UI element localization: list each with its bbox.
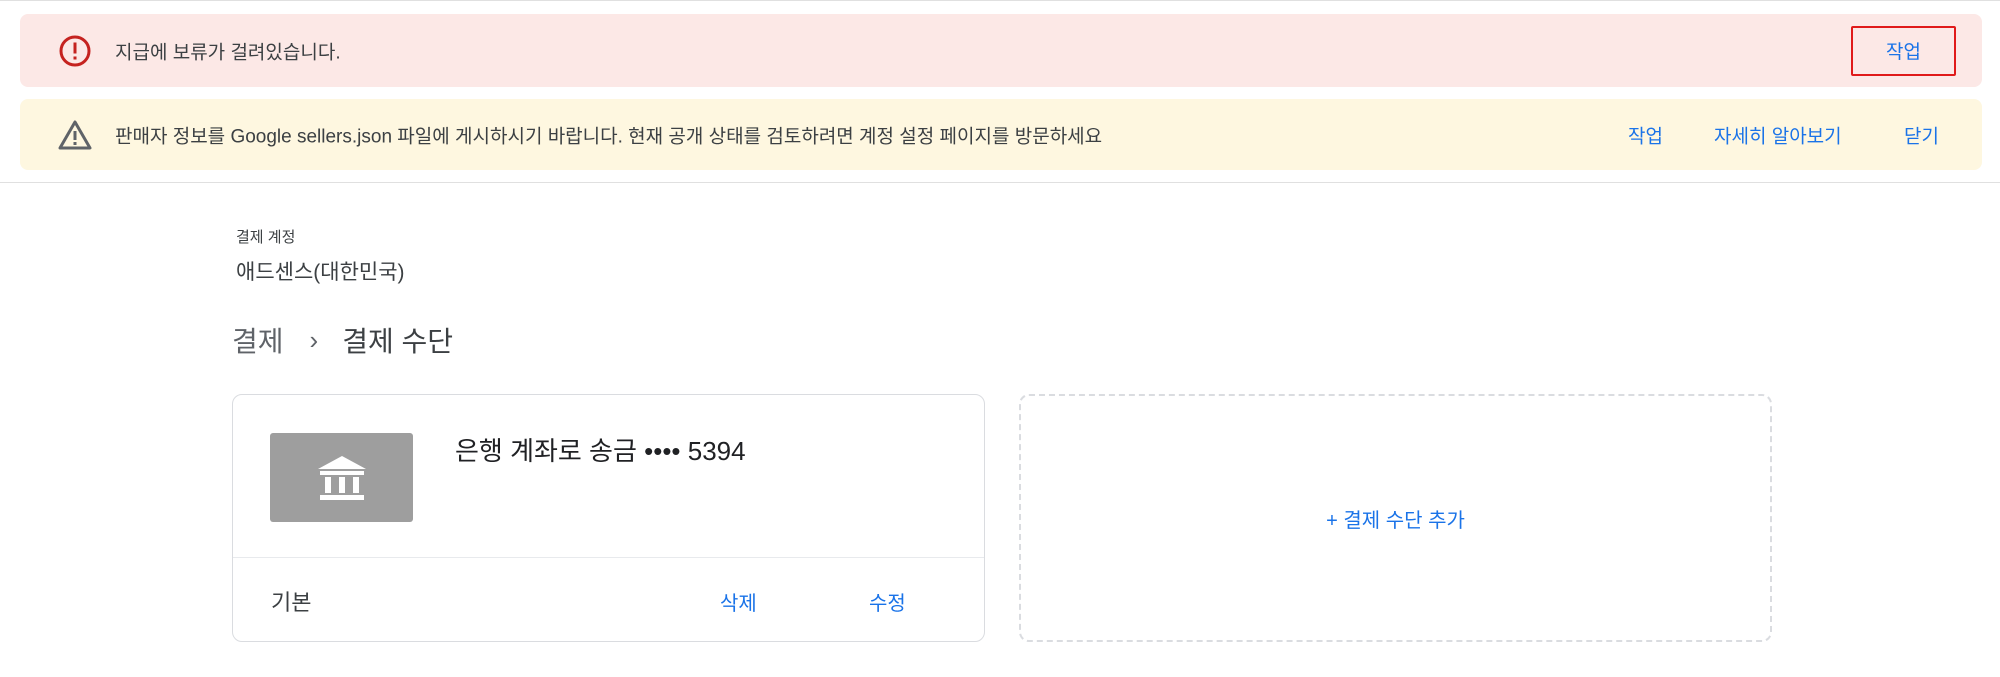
account-name: 애드센스(대한민국)	[236, 261, 405, 284]
edit-button[interactable]: 수정	[869, 587, 906, 616]
header-divider	[0, 182, 2000, 183]
error-banner: 지급에 보류가 걸려있습니다. 작업	[20, 14, 1982, 87]
account-label: 결제 계정	[236, 229, 296, 246]
payment-method-card: 은행 계좌로 송금 •••• 5394 기본 삭제 수정	[232, 394, 985, 642]
warning-banner: 판매자 정보를 Google sellers.json 파일에 게시하시기 바랍…	[20, 99, 1982, 170]
add-payment-method-button[interactable]: + 결제 수단 추가	[1019, 394, 1772, 642]
error-circle-icon	[58, 34, 92, 68]
default-status-label: 기본	[271, 590, 312, 615]
error-action-button[interactable]: 작업	[1851, 25, 1956, 76]
card-divider	[233, 557, 984, 558]
add-payment-method-label: + 결제 수단 추가	[1326, 509, 1465, 532]
bank-icon	[270, 433, 413, 522]
dismiss-button[interactable]: 닫기	[1904, 121, 1939, 148]
top-border	[0, 0, 2000, 4]
chevron-right-icon: ›	[309, 324, 319, 355]
payment-method-title: 은행 계좌로 송금 •••• 5394	[455, 436, 746, 466]
breadcrumb-payments-link[interactable]: 결제	[232, 320, 284, 360]
page-title: 결제 수단	[342, 326, 454, 357]
warning-action-button[interactable]: 작업	[1628, 121, 1663, 148]
breadcrumb: 결제 › 결제 수단	[232, 320, 453, 360]
delete-button[interactable]: 삭제	[720, 587, 757, 616]
warning-message: 판매자 정보를 Google sellers.json 파일에 게시하시기 바랍…	[115, 126, 1103, 147]
learn-more-link[interactable]: 자세히 알아보기	[1714, 121, 1842, 148]
error-message: 지급에 보류가 걸려있습니다.	[115, 42, 341, 63]
warning-triangle-icon	[58, 118, 92, 152]
